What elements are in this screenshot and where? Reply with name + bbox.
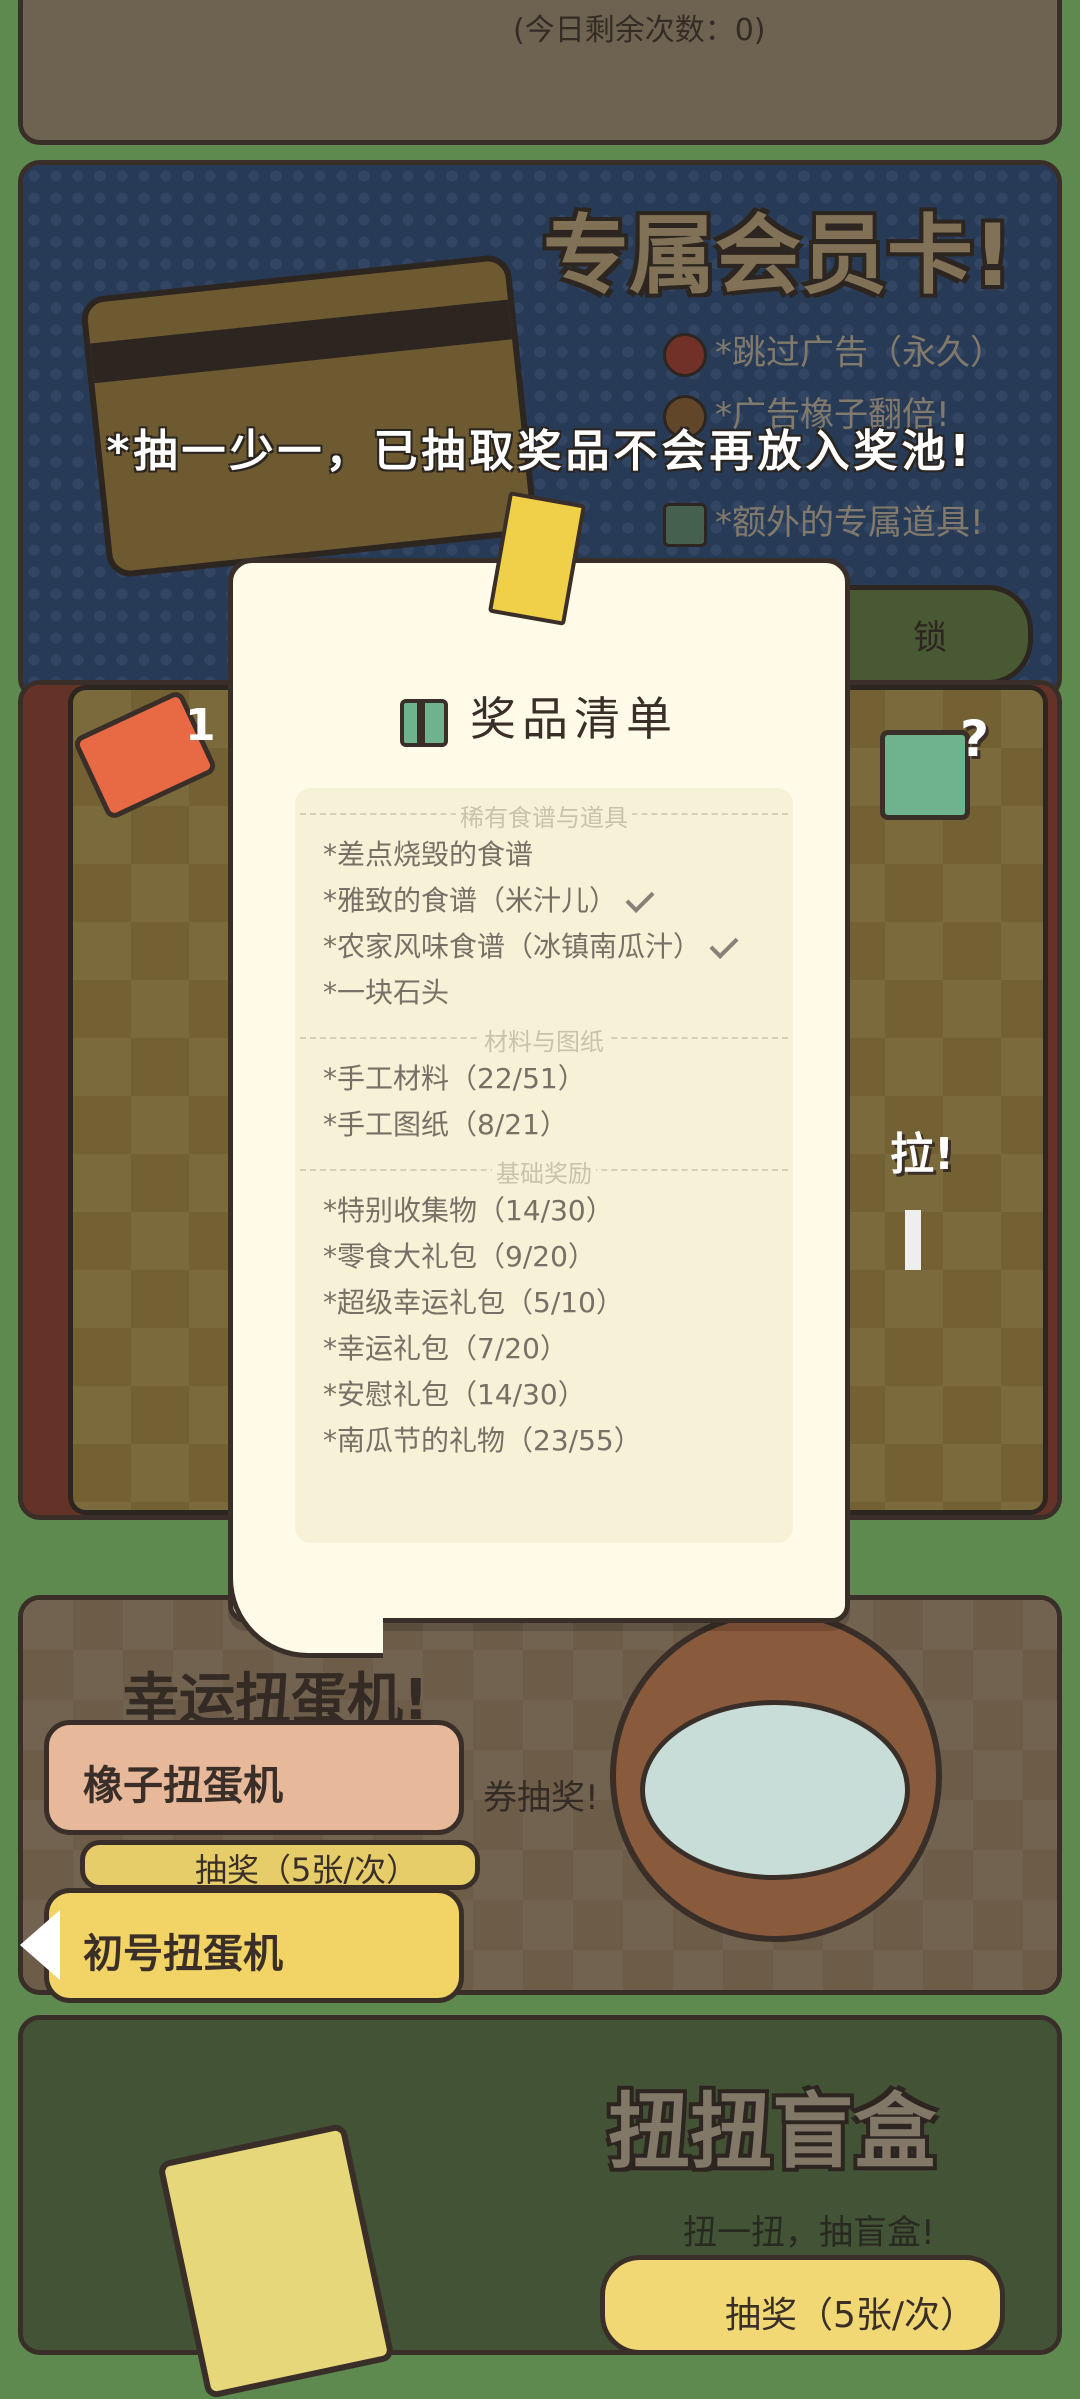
gacha-draw-button[interactable]: 抽奖（5张/次） (80, 1840, 480, 1890)
blind-box-subtitle: 扭一扭，抽盲盒! (683, 2213, 935, 2253)
gacha-machine-globe (640, 1700, 910, 1880)
draw-notice: *抽一少一，已抽取奖品不会再放入奖池! (106, 426, 974, 477)
ticket-count: 1 (185, 700, 216, 751)
daily-panel: (今日剩余次数：0) (18, 0, 1062, 145)
perk-item: *跳过广告（永久） (663, 325, 1004, 377)
mystery-gift-icon (880, 730, 970, 820)
section-header: 稀有食谱与道具 (300, 798, 788, 833)
pull-label[interactable]: 拉! (890, 1118, 954, 1182)
list-item: *特别收集物（14/30） (323, 1194, 614, 1227)
remaining-count: (今日剩余次数：0) (513, 13, 766, 48)
check-icon (709, 930, 739, 959)
list-item: *零食大礼包（9/20） (323, 1240, 596, 1273)
no-ads-icon (663, 332, 707, 377)
down-arrow-icon (905, 1210, 921, 1270)
prize-list[interactable]: 稀有食谱与道具 *差点烧毁的食谱 *雅致的食谱（米汁儿） *农家风味食谱（冰镇南… (295, 788, 793, 1543)
list-item: *南瓜节的礼物（23/55） (323, 1424, 642, 1457)
list-item: *一块石头 (323, 976, 450, 1009)
perk-item: *额外的专属道具! (663, 495, 984, 547)
question-mark-icon: ? (960, 710, 990, 768)
list-item: *手工图纸（8/21） (323, 1108, 568, 1141)
gift-icon (400, 698, 448, 747)
section-header: 材料与图纸 (300, 1022, 788, 1057)
list-item: *幸运礼包（7/20） (323, 1332, 568, 1365)
list-item: *雅致的食谱（米汁儿） (323, 879, 655, 919)
popup-title: 奖品清单 (233, 683, 845, 749)
check-icon (625, 884, 655, 913)
blind-box-title: 扭扭盲盒 (608, 2085, 937, 2180)
list-item: *手工材料（22/51） (323, 1062, 586, 1095)
tab-acorn-gacha[interactable]: 橡子扭蛋机 (44, 1720, 464, 1835)
blind-box-draw-button[interactable]: 抽奖（5张/次） (600, 2255, 1005, 2355)
list-item: *差点烧毁的食谱 (323, 838, 534, 871)
gift-icon (663, 502, 707, 547)
section-header: 基础奖励 (300, 1154, 788, 1189)
prize-list-popup: 奖品清单 稀有食谱与道具 *差点烧毁的食谱 *雅致的食谱（米汁儿） *农家风味食… (228, 558, 850, 1658)
list-item: *农家风味食谱（冰镇南瓜汁） (323, 925, 739, 965)
gacha-subtitle: 券抽奖! (483, 1778, 599, 1818)
list-item: *超级幸运礼包（5/10） (323, 1286, 624, 1319)
list-item: *安慰礼包（14/30） (323, 1378, 586, 1411)
member-card-title: 专属会员卡! (543, 206, 1013, 306)
tab-starter-gacha[interactable]: 初号扭蛋机 (44, 1888, 464, 2003)
